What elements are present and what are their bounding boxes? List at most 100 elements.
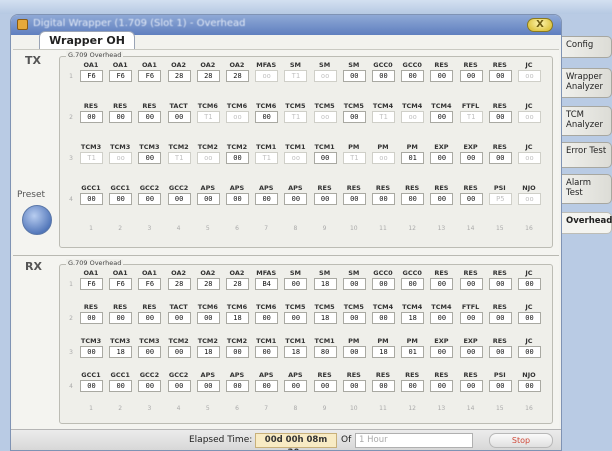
rx-byte-field[interactable]: 00 <box>518 380 541 392</box>
rx-byte-field[interactable]: 00 <box>167 312 191 324</box>
rx-byte-field[interactable]: 00 <box>459 380 483 392</box>
tx-byte-field[interactable]: 00 <box>430 193 454 205</box>
tx-byte-field[interactable]: 00 <box>342 111 366 123</box>
tx-byte-field[interactable]: F6 <box>109 70 133 82</box>
tx-byte-field[interactable]: 00 <box>372 70 395 82</box>
tx-byte-field[interactable]: 00 <box>80 111 103 123</box>
rx-byte-field[interactable]: 00 <box>284 380 308 392</box>
rx-byte-field[interactable]: 00 <box>255 380 279 392</box>
rx-byte-field[interactable]: 00 <box>342 312 366 324</box>
side-tab-config[interactable]: Config <box>562 36 612 58</box>
rx-byte-field[interactable]: 00 <box>488 278 512 290</box>
rx-byte-field[interactable]: 00 <box>488 312 512 324</box>
tx-byte-field[interactable]: 00 <box>488 70 512 82</box>
rx-byte-field[interactable]: 00 <box>518 278 541 290</box>
rx-byte-field[interactable]: 28 <box>226 278 249 290</box>
tx-byte-field[interactable]: 28 <box>167 70 191 82</box>
rx-byte-field[interactable]: 18 <box>313 312 337 324</box>
rx-byte-field[interactable]: 28 <box>196 278 220 290</box>
rx-byte-field[interactable]: 18 <box>196 346 220 358</box>
rx-byte-field[interactable]: 18 <box>226 312 249 324</box>
rx-byte-field[interactable]: 00 <box>255 346 279 358</box>
preset-button[interactable] <box>22 205 52 235</box>
rx-byte-field[interactable]: 00 <box>109 312 133 324</box>
side-tab-wrapper-analyzer[interactable]: Wrapper Analyzer <box>562 68 612 98</box>
rx-byte-field[interactable]: 18 <box>284 346 308 358</box>
rx-byte-field[interactable]: 00 <box>488 346 512 358</box>
tx-byte-field[interactable]: 00 <box>255 111 279 123</box>
rx-byte-field[interactable]: 00 <box>430 312 454 324</box>
rx-byte-field[interactable]: 00 <box>518 312 541 324</box>
tx-byte-field[interactable]: 00 <box>167 193 191 205</box>
side-tab-error-test[interactable]: Error Test <box>562 142 612 168</box>
rx-byte-field[interactable]: 00 <box>313 380 337 392</box>
rx-byte-field[interactable]: B4 <box>255 278 279 290</box>
rx-byte-field[interactable]: 00 <box>430 380 454 392</box>
rx-byte-field[interactable]: F6 <box>109 278 133 290</box>
rx-byte-field[interactable]: 00 <box>459 278 483 290</box>
rx-byte-field[interactable]: F6 <box>138 278 162 290</box>
tx-byte-field[interactable]: 00 <box>488 152 512 164</box>
rx-byte-field[interactable]: 01 <box>401 346 425 358</box>
tx-byte-field[interactable]: 00 <box>372 193 395 205</box>
rx-byte-field[interactable]: 00 <box>284 312 308 324</box>
rx-byte-field[interactable]: 00 <box>401 278 425 290</box>
tx-byte-field[interactable]: 28 <box>196 70 220 82</box>
rx-byte-field[interactable]: 00 <box>342 278 366 290</box>
rx-byte-field[interactable]: 00 <box>138 346 162 358</box>
rx-byte-field[interactable]: 00 <box>518 346 541 358</box>
rx-byte-field[interactable]: 28 <box>167 278 191 290</box>
tx-byte-field[interactable]: 00 <box>430 111 454 123</box>
tx-byte-field[interactable]: 00 <box>167 111 191 123</box>
rx-byte-field[interactable]: 00 <box>167 346 191 358</box>
tx-byte-field[interactable]: 00 <box>430 70 454 82</box>
tx-byte-field[interactable]: 00 <box>430 152 454 164</box>
close-button[interactable]: X <box>527 18 553 32</box>
rx-byte-field[interactable]: 00 <box>459 312 483 324</box>
rx-byte-field[interactable]: 00 <box>342 380 366 392</box>
rx-byte-field[interactable]: 18 <box>313 278 337 290</box>
side-tab-alarm-test[interactable]: Alarm Test <box>562 174 612 204</box>
duration-field[interactable]: 1 Hour <box>355 433 473 448</box>
tx-byte-field[interactable]: 00 <box>196 193 220 205</box>
rx-byte-field[interactable]: 00 <box>430 278 454 290</box>
tx-byte-field[interactable]: 00 <box>342 193 366 205</box>
tx-byte-field[interactable]: 28 <box>226 70 249 82</box>
tx-byte-field[interactable]: 00 <box>401 193 425 205</box>
tx-byte-field[interactable]: 00 <box>459 152 483 164</box>
rx-byte-field[interactable]: 00 <box>138 312 162 324</box>
rx-byte-field[interactable]: 00 <box>372 312 395 324</box>
tx-byte-field[interactable]: F6 <box>80 70 103 82</box>
tx-byte-field[interactable]: 00 <box>313 152 337 164</box>
tx-byte-field[interactable]: 00 <box>138 193 162 205</box>
tx-byte-field[interactable]: 00 <box>226 152 249 164</box>
tx-byte-field[interactable]: 00 <box>342 70 366 82</box>
tx-byte-field[interactable]: 00 <box>401 70 425 82</box>
rx-byte-field[interactable]: 00 <box>459 346 483 358</box>
rx-byte-field[interactable]: 18 <box>372 346 395 358</box>
tx-byte-field[interactable]: F6 <box>138 70 162 82</box>
tx-byte-field[interactable]: 00 <box>80 193 103 205</box>
tab-wrapper-oh[interactable]: Wrapper OH <box>39 31 135 49</box>
rx-byte-field[interactable]: 00 <box>167 380 191 392</box>
rx-byte-field[interactable]: 00 <box>226 380 249 392</box>
rx-byte-field[interactable]: 00 <box>372 278 395 290</box>
rx-byte-field[interactable]: 00 <box>196 312 220 324</box>
rx-byte-field[interactable]: 00 <box>372 380 395 392</box>
rx-byte-field[interactable]: 00 <box>196 380 220 392</box>
tx-byte-field[interactable]: 00 <box>138 111 162 123</box>
rx-byte-field[interactable]: 00 <box>80 380 103 392</box>
rx-byte-field[interactable]: 00 <box>284 278 308 290</box>
rx-byte-field[interactable]: 18 <box>401 312 425 324</box>
tx-byte-field[interactable]: 00 <box>488 111 512 123</box>
rx-byte-field[interactable]: 00 <box>488 380 512 392</box>
rx-byte-field[interactable]: 00 <box>401 380 425 392</box>
tx-byte-field[interactable]: 00 <box>109 111 133 123</box>
tx-byte-field[interactable]: 00 <box>226 193 249 205</box>
tx-byte-field[interactable]: 00 <box>459 193 483 205</box>
tx-byte-field[interactable]: 00 <box>109 193 133 205</box>
rx-byte-field[interactable]: 00 <box>138 380 162 392</box>
rx-byte-field[interactable]: 00 <box>80 346 103 358</box>
rx-byte-field[interactable]: 00 <box>80 312 103 324</box>
side-tab-overhead[interactable]: Overhead <box>562 212 612 234</box>
